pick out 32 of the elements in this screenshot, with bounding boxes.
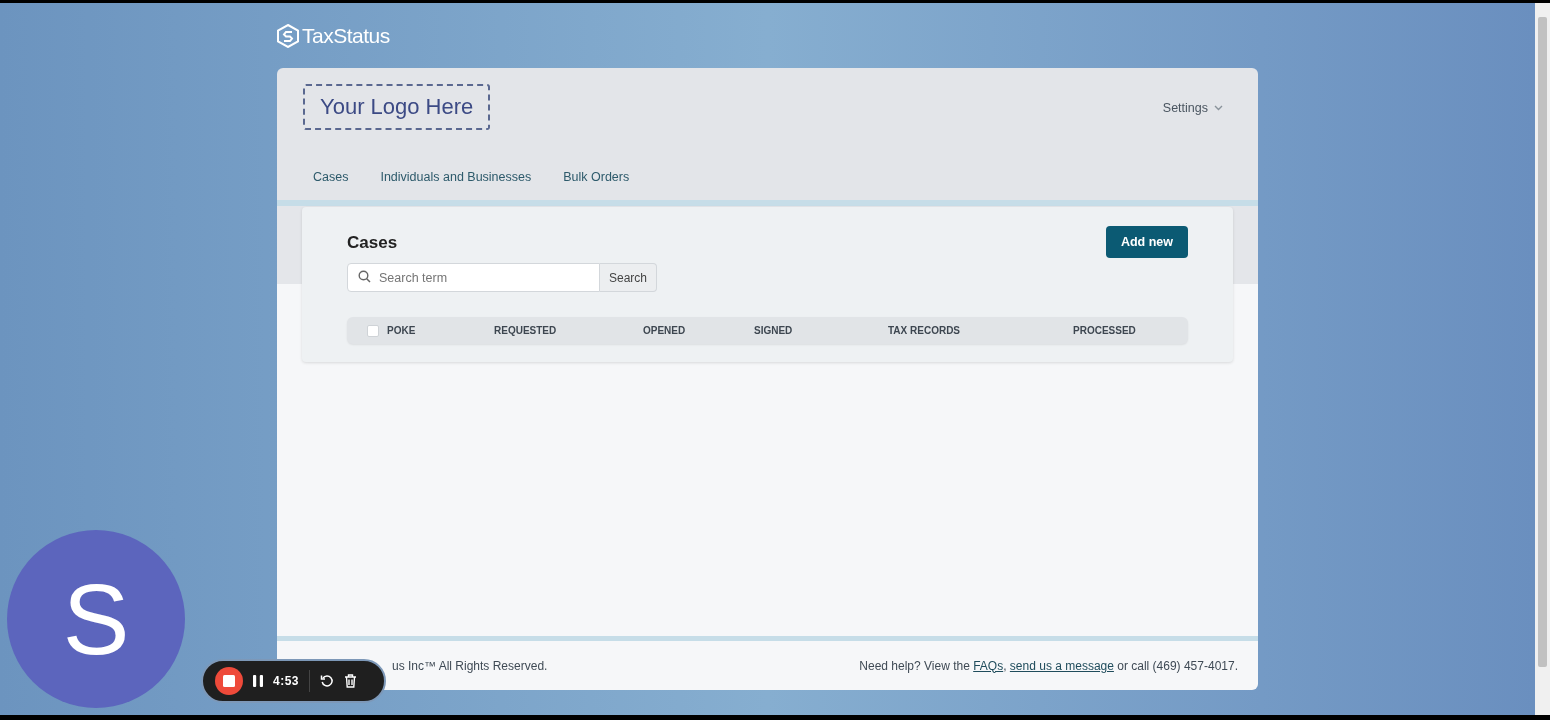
column-header: OPENED	[643, 325, 687, 336]
trash-icon	[344, 674, 358, 688]
search-field[interactable]: Search term	[347, 263, 600, 292]
nav-tab[interactable]: Bulk Orders	[563, 170, 630, 190]
nav-tab[interactable]: Cases	[313, 170, 349, 190]
column-header: POKE	[387, 325, 417, 336]
column-header: SIGNED	[754, 325, 794, 336]
stop-icon	[223, 675, 235, 687]
recording-timer: 4:53	[273, 674, 300, 688]
settings-menu[interactable]: Settings	[1162, 101, 1223, 115]
panel-title: Cases	[347, 233, 398, 253]
brand-name: TaxStatus	[302, 23, 390, 48]
chevron-down-icon	[1214, 105, 1223, 111]
pause-icon	[253, 675, 263, 687]
copyright-text: us Inc™ All Rights Reserved.	[392, 658, 548, 673]
search-button[interactable]: Search	[599, 263, 657, 292]
scrollbar[interactable]	[1535, 3, 1550, 715]
pause-button[interactable]	[253, 675, 263, 687]
logo-upload-field[interactable]: Your Logo Here	[303, 84, 491, 130]
message-link[interactable]: send us a message	[1009, 658, 1114, 673]
brand-logo-icon	[277, 23, 299, 48]
delete-button[interactable]	[344, 674, 358, 688]
column-header: PROCESSED	[1073, 325, 1137, 336]
add-new-button[interactable]: Add new	[1105, 226, 1188, 258]
column-header: REQUESTED	[494, 325, 558, 336]
select-all-checkbox[interactable]	[367, 324, 379, 337]
stop-button[interactable]	[215, 667, 243, 695]
help-text: Need help? View the FAQs, send us a message or call (469) 457-4017.	[859, 658, 1238, 673]
restart-icon	[320, 674, 335, 688]
column-header: TAX RECORDS	[888, 325, 962, 336]
restart-button[interactable]	[320, 674, 335, 688]
nav-tab[interactable]: Individuals and Businesses	[380, 170, 532, 190]
